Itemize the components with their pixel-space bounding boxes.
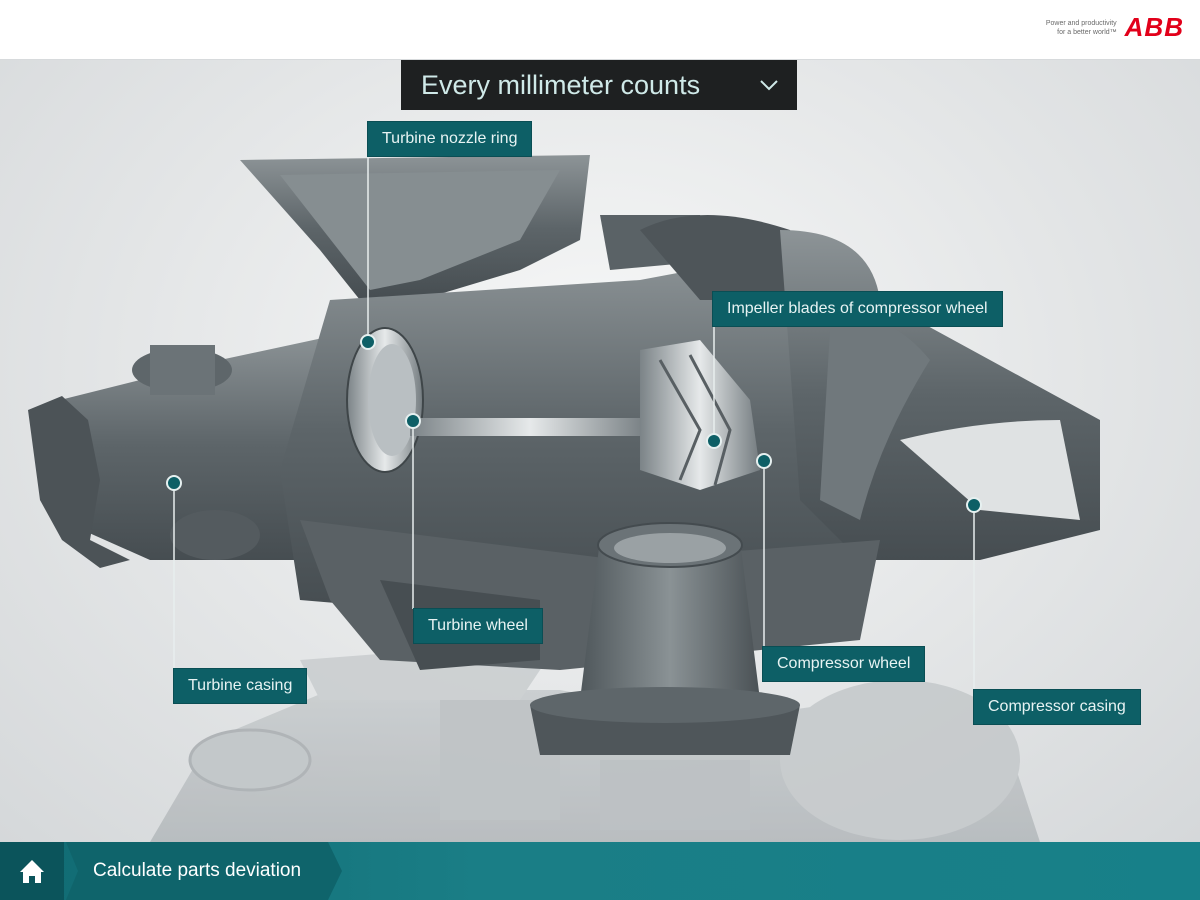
view-selector-dropdown[interactable]: Every millimeter counts xyxy=(401,60,797,110)
calculate-parts-deviation-button[interactable]: Calculate parts deviation xyxy=(66,842,342,900)
marker-compressor-casing xyxy=(966,497,982,513)
tagline-line-2: for a better world™ xyxy=(1057,28,1117,36)
compressor-casing-shape xyxy=(780,230,1100,560)
abb-logo: ABB xyxy=(1124,12,1184,42)
calculate-parts-deviation-label: Calculate parts deviation xyxy=(93,860,302,881)
callout-compressor-casing[interactable]: Compressor casing xyxy=(973,689,1141,725)
callout-turbine-casing[interactable]: Turbine casing xyxy=(173,668,308,704)
marker-turbine-nozzle-ring xyxy=(360,334,376,350)
footer-bar: Calculate parts deviation xyxy=(0,842,1200,900)
marker-impeller-blades xyxy=(706,433,722,449)
home-button[interactable] xyxy=(0,842,64,900)
marker-turbine-wheel xyxy=(405,413,421,429)
callout-turbine-nozzle-ring[interactable]: Turbine nozzle ring xyxy=(367,121,533,157)
marker-compressor-wheel xyxy=(756,453,772,469)
brand: Power and productivity for a better worl… xyxy=(1022,12,1184,43)
gas-inlet-funnel xyxy=(240,155,590,300)
view-selector-label: Every millimeter counts xyxy=(421,69,701,100)
callout-impeller-blades[interactable]: Impeller blades of compressor wheel xyxy=(712,291,1003,327)
chevron-down-icon xyxy=(760,80,778,91)
tagline-line-1: Power and productivity xyxy=(1045,19,1117,27)
callout-turbine-wheel[interactable]: Turbine wheel xyxy=(413,608,543,644)
header-bar: Power and productivity for a better worl… xyxy=(0,0,1200,60)
callout-compressor-wheel[interactable]: Compressor wheel xyxy=(762,646,926,682)
turbine-disc xyxy=(346,327,424,473)
brand-tagline: Power and productivity for a better worl… xyxy=(1022,19,1117,37)
rotor-shaft xyxy=(410,418,650,436)
home-icon xyxy=(20,860,44,883)
marker-turbine-casing xyxy=(166,475,182,491)
